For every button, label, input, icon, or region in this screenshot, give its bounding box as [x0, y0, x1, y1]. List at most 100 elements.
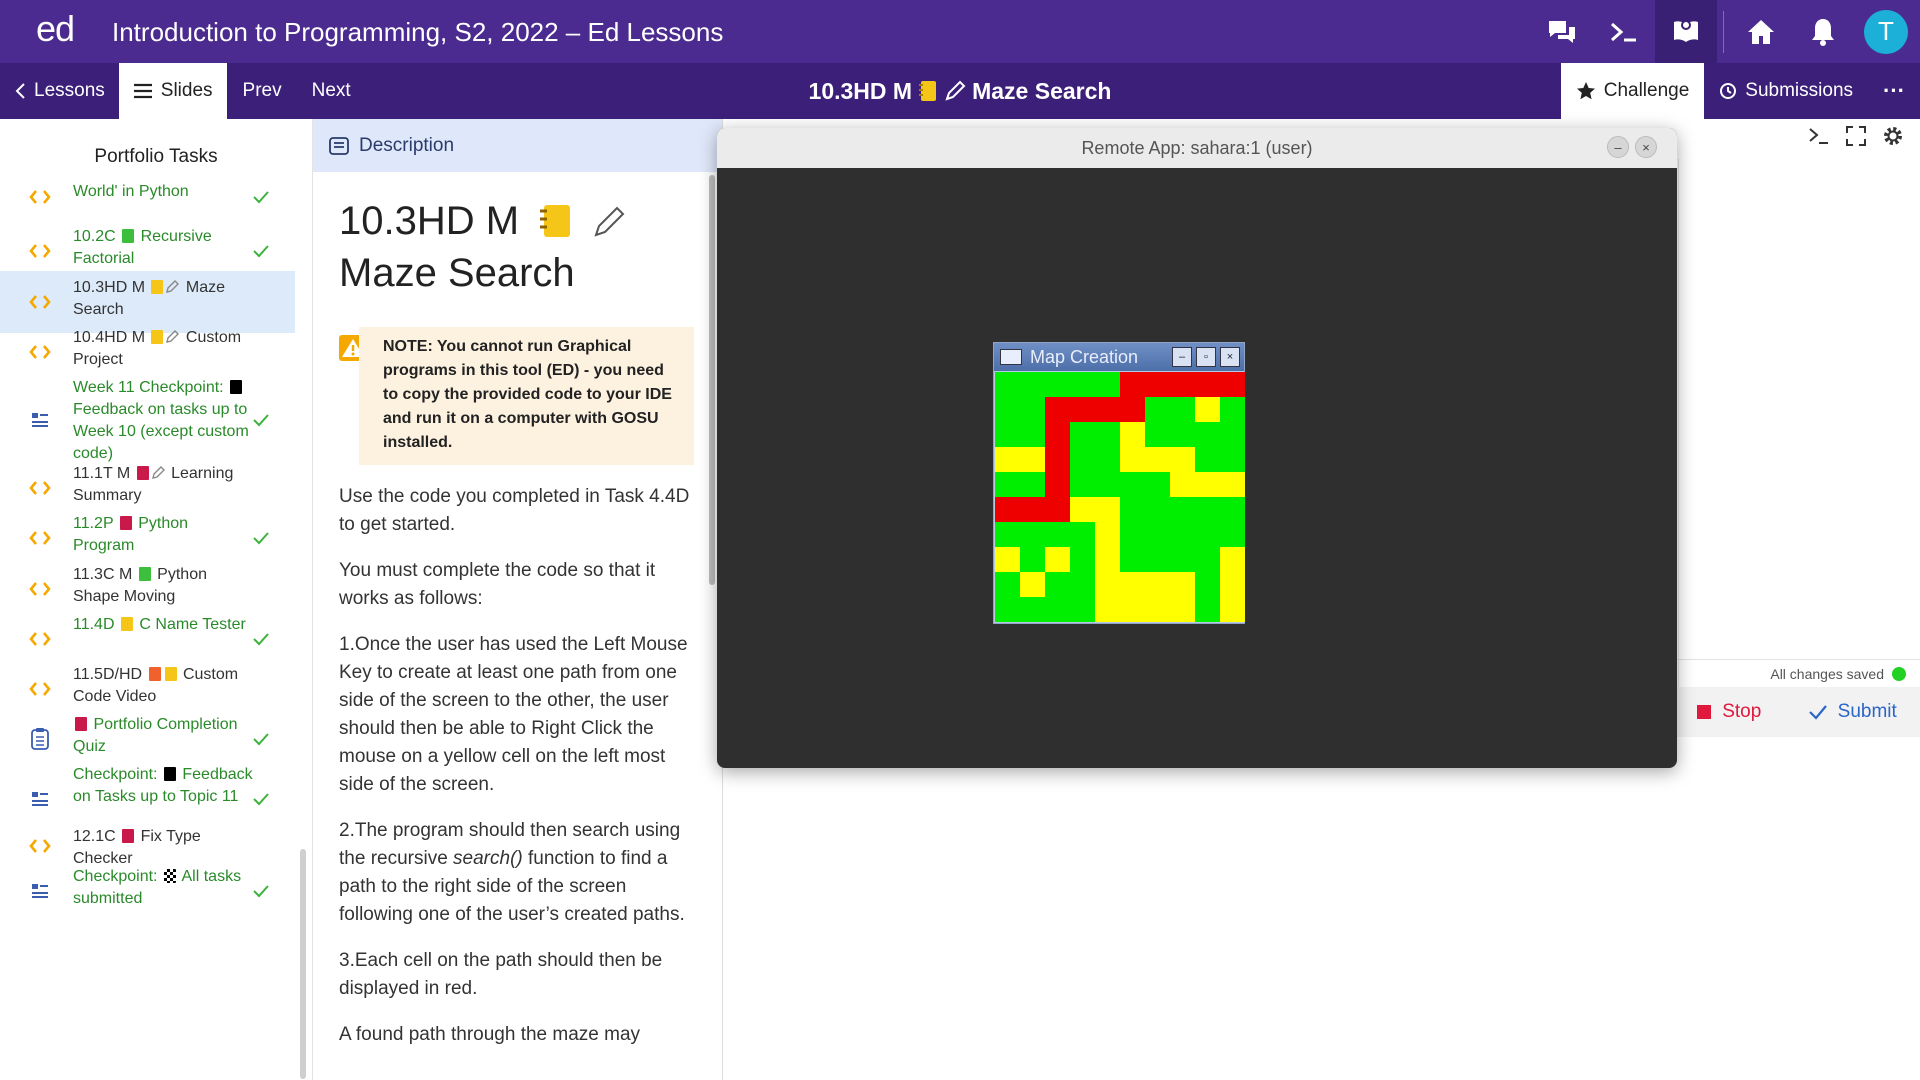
sidebar-item[interactable]: 10.3HD M Maze Search	[0, 271, 295, 333]
maze-cell[interactable]	[1045, 422, 1071, 448]
maze-cell[interactable]	[995, 522, 1021, 548]
gear-icon[interactable]	[1882, 125, 1904, 147]
maze-cell[interactable]	[1020, 397, 1046, 423]
maze-cell[interactable]	[1145, 372, 1171, 398]
sidebar-item[interactable]: 11.5D/HD Custom Code Video	[0, 664, 295, 714]
maze-cell[interactable]	[1170, 447, 1196, 473]
maze-cell[interactable]	[995, 547, 1021, 573]
maze-cell[interactable]	[1020, 372, 1046, 398]
sidebar-item[interactable]: Week 11 Checkpoint: Feedback on tasks up…	[0, 377, 295, 463]
maze-cell[interactable]	[1095, 572, 1121, 598]
maze-cell[interactable]	[1020, 522, 1046, 548]
close-button[interactable]: ×	[1635, 136, 1657, 158]
maze-cell[interactable]	[995, 572, 1021, 598]
remote-app-titlebar[interactable]: Remote App: sahara:1 (user) – ×	[717, 128, 1677, 168]
sidebar-item[interactable]: 11.4D C Name Tester	[0, 614, 295, 664]
maze-cell[interactable]	[1070, 547, 1096, 573]
ed-logo[interactable]: ed	[36, 8, 75, 50]
maze-cell[interactable]	[1070, 447, 1096, 473]
maze-cell[interactable]	[1145, 422, 1171, 448]
maze-cell[interactable]	[1170, 547, 1196, 573]
maze-cell[interactable]	[1070, 372, 1096, 398]
avatar[interactable]: T	[1864, 9, 1908, 54]
maze-cell[interactable]	[1045, 522, 1071, 548]
maze-cell[interactable]	[1170, 597, 1196, 622]
maze-cell[interactable]	[1195, 522, 1221, 548]
maze-cell[interactable]	[1220, 522, 1245, 548]
maze-cell[interactable]	[1145, 447, 1171, 473]
close-button[interactable]: ×	[1220, 347, 1240, 367]
maze-cell[interactable]	[1045, 472, 1071, 498]
maze-cell[interactable]	[1020, 472, 1046, 498]
maze-cell[interactable]	[1045, 597, 1071, 622]
maze-cell[interactable]	[1070, 497, 1096, 523]
maze-cell[interactable]	[1070, 422, 1096, 448]
lessons-icon[interactable]	[1655, 0, 1717, 63]
maze-cell[interactable]	[1020, 422, 1046, 448]
maze-cell[interactable]	[1195, 472, 1221, 498]
sidebar-item[interactable]: Checkpoint: Feedback on Tasks up to Topi…	[0, 764, 295, 834]
maze-cell[interactable]	[1145, 497, 1171, 523]
tab-submissions[interactable]: Submissions	[1704, 63, 1868, 119]
maze-cell[interactable]	[1070, 522, 1096, 548]
maze-cell[interactable]	[1120, 522, 1146, 548]
minimize-button[interactable]: –	[1172, 347, 1192, 367]
maze-cell[interactable]	[1045, 447, 1071, 473]
maze-cell[interactable]	[1220, 497, 1245, 523]
maximize-button[interactable]: ▫	[1196, 347, 1216, 367]
sidebar-item[interactable]: Checkpoint: All tasks submitted	[0, 866, 295, 916]
maze-cell[interactable]	[995, 497, 1021, 523]
maze-cell[interactable]	[1170, 522, 1196, 548]
sidebar-item[interactable]: 12.1C Fix Type Checker	[0, 826, 295, 867]
maze-cell[interactable]	[1120, 447, 1146, 473]
sidebar-item[interactable]: World' in Python	[0, 181, 295, 213]
minimize-button[interactable]: –	[1607, 136, 1629, 158]
maze-cell[interactable]	[1095, 447, 1121, 473]
sidebar-item[interactable]: 10.4HD M Custom Project	[0, 327, 295, 377]
maze-cell[interactable]	[1145, 472, 1171, 498]
maze-cell[interactable]	[1195, 547, 1221, 573]
maze-cell[interactable]	[1095, 522, 1121, 548]
maze-cell[interactable]	[1045, 547, 1071, 573]
maze-cell[interactable]	[1045, 572, 1071, 598]
sidebar-item[interactable]: 11.2P Python Program	[0, 513, 295, 563]
maze-cell[interactable]	[1095, 372, 1121, 398]
slides-button[interactable]: Slides	[118, 63, 227, 119]
sidebar-item[interactable]: 10.2C Recursive Factorial	[0, 226, 295, 276]
terminal-icon[interactable]	[1808, 126, 1830, 146]
maze-cell[interactable]	[1195, 497, 1221, 523]
maze-cell[interactable]	[1170, 572, 1196, 598]
fullscreen-icon[interactable]	[1846, 126, 1866, 146]
maze-cell[interactable]	[1020, 497, 1046, 523]
maze-cell[interactable]	[1220, 472, 1245, 498]
maze-cell[interactable]	[1095, 597, 1121, 622]
maze-cell[interactable]	[1120, 422, 1146, 448]
sidebar-item[interactable]: 11.1T M Learning Summary	[0, 463, 295, 513]
maze-cell[interactable]	[1045, 372, 1071, 398]
maze-cell[interactable]	[1120, 472, 1146, 498]
maze-grid[interactable]	[995, 372, 1245, 622]
terminal-icon[interactable]	[1593, 0, 1655, 63]
stop-button[interactable]: Stop	[1696, 701, 1761, 723]
maze-cell[interactable]	[1220, 397, 1245, 423]
maze-cell[interactable]	[1220, 597, 1245, 622]
maze-cell[interactable]	[1045, 497, 1071, 523]
maze-cell[interactable]	[1220, 547, 1245, 573]
maze-cell[interactable]	[1095, 397, 1121, 423]
maze-cell[interactable]	[1095, 497, 1121, 523]
maze-cell[interactable]	[1070, 397, 1096, 423]
maze-cell[interactable]	[1045, 397, 1071, 423]
maze-cell[interactable]	[1120, 372, 1146, 398]
description-scrollbar[interactable]	[709, 175, 715, 585]
maze-cell[interactable]	[1145, 597, 1171, 622]
maze-cell[interactable]	[1070, 472, 1096, 498]
maze-cell[interactable]	[1195, 447, 1221, 473]
maze-cell[interactable]	[1170, 422, 1196, 448]
maze-cell[interactable]	[1145, 547, 1171, 573]
maze-cell[interactable]	[995, 397, 1021, 423]
bell-icon[interactable]	[1792, 0, 1854, 63]
more-options-button[interactable]: ···	[1868, 63, 1920, 119]
maze-cell[interactable]	[995, 472, 1021, 498]
maze-cell[interactable]	[995, 372, 1021, 398]
maze-cell[interactable]	[1195, 422, 1221, 448]
